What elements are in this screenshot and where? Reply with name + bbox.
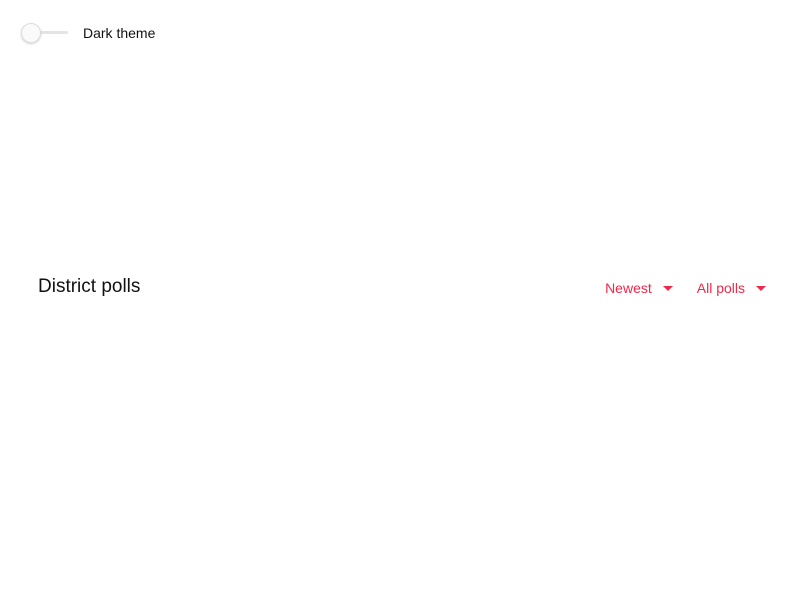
poll-filter-select-value: All polls [696,280,745,296]
sort-select-value: Newest [605,280,652,296]
dark-theme-label: Dark theme [83,25,156,41]
dark-theme-toggle[interactable]: Dark theme [20,21,155,45]
polls-filters: Newest All polls [605,270,766,304]
polls-title: District polls [38,276,141,297]
poll-filter-select[interactable]: All polls [697,273,766,301]
toggle-thumb[interactable] [21,23,41,43]
toggle-switch[interactable] [20,21,70,45]
sort-select[interactable]: Newest [605,273,673,301]
caret-down-icon [756,286,766,291]
page: Dark theme District polls Newest All pol… [0,0,800,600]
polls-header: District polls Newest All polls [38,270,766,304]
caret-down-icon [662,286,673,291]
